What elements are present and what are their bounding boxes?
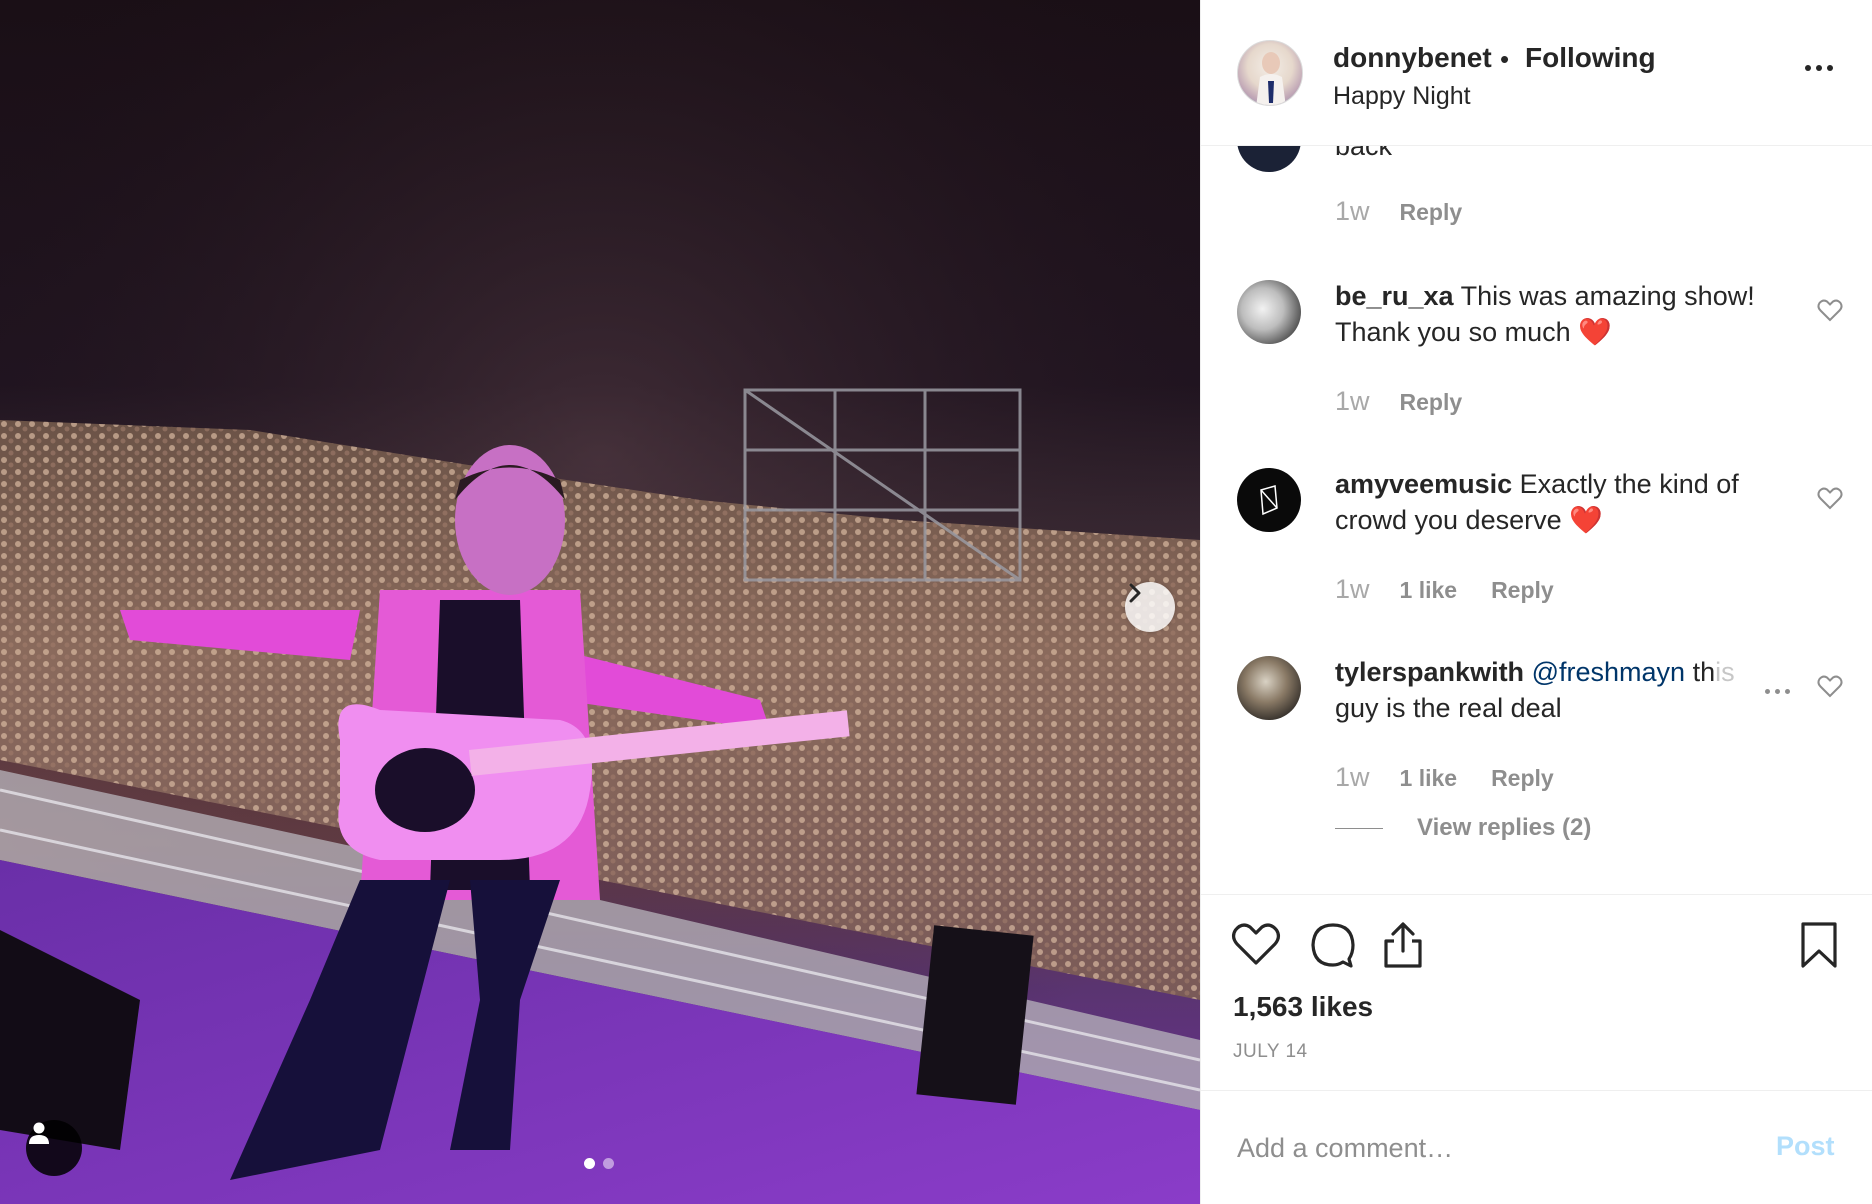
- post-header: donnybenet • Following Happy Night: [1201, 0, 1872, 146]
- comment-meta: 1w Reply: [1335, 386, 1462, 417]
- comment-avatar[interactable]: [1237, 146, 1301, 172]
- comment-username[interactable]: be_ru_xa: [1335, 281, 1454, 311]
- like-comment-heart-icon[interactable]: [1817, 298, 1843, 322]
- comment-text: tylerspankwith @freshmayn this guy is th…: [1335, 654, 1795, 726]
- reply-button[interactable]: Reply: [1400, 199, 1463, 226]
- comments-list[interactable]: back 1w Reply be_ru_xa This was amazing …: [1201, 146, 1872, 894]
- chevron-right-icon: [1129, 583, 1141, 603]
- reply-button[interactable]: Reply: [1491, 577, 1554, 604]
- comment-avatar[interactable]: [1237, 656, 1301, 720]
- comment-avatar[interactable]: [1237, 280, 1301, 344]
- author-username[interactable]: donnybenet: [1333, 42, 1492, 74]
- bookmark-icon[interactable]: [1799, 921, 1839, 969]
- header-separator: •: [1500, 44, 1510, 74]
- comment-input[interactable]: [1237, 1123, 1737, 1173]
- comment-body-faded: is: [1715, 657, 1735, 687]
- following-button[interactable]: Following: [1525, 42, 1656, 74]
- add-comment-form: Post: [1201, 1090, 1872, 1204]
- comment-options-button[interactable]: [1765, 689, 1790, 694]
- user-icon: [29, 1122, 49, 1144]
- more-options-button[interactable]: [1805, 58, 1845, 78]
- post-photo[interactable]: [0, 0, 1200, 1204]
- comment-text: amyveemusic Exactly the kind of crowd yo…: [1335, 466, 1795, 538]
- comment-mention-link[interactable]: @freshmayn: [1532, 657, 1685, 687]
- comment-body-line2: guy is the real deal: [1335, 693, 1562, 723]
- comment-text: back: [1335, 146, 1795, 164]
- like-comment-heart-icon[interactable]: [1817, 674, 1843, 698]
- view-replies-divider: [1335, 827, 1383, 829]
- carousel-next-button[interactable]: [1125, 582, 1175, 632]
- heart-icon[interactable]: [1231, 921, 1281, 967]
- post-details-panel: donnybenet • Following Happy Night back …: [1200, 0, 1872, 1204]
- tagged-users-button[interactable]: [26, 1120, 82, 1176]
- more-dot-icon: [1765, 689, 1770, 694]
- comment-likes[interactable]: 1 like: [1400, 577, 1458, 604]
- comment-meta: 1w Reply: [1335, 196, 1462, 227]
- comment-time[interactable]: 1w: [1335, 574, 1370, 605]
- like-comment-heart-icon[interactable]: [1817, 486, 1843, 510]
- carousel-dot-active: [584, 1158, 595, 1169]
- more-dot-icon: [1785, 689, 1790, 694]
- concert-photo-illustration: [0, 0, 1200, 1204]
- post-date[interactable]: JULY 14: [1233, 1041, 1308, 1063]
- comment-icon[interactable]: [1309, 921, 1357, 969]
- comment-time[interactable]: 1w: [1335, 386, 1370, 417]
- carousel-indicator: [584, 1158, 614, 1169]
- carousel-dot: [603, 1158, 614, 1169]
- heart-emoji: ❤️: [1578, 317, 1612, 347]
- comment-time[interactable]: 1w: [1335, 196, 1370, 227]
- post-comment-button[interactable]: Post: [1776, 1131, 1835, 1162]
- more-dot-icon: [1805, 65, 1811, 71]
- comment-time[interactable]: 1w: [1335, 762, 1370, 793]
- comment-meta: 1w 1 like Reply: [1335, 574, 1554, 605]
- comment-body: back: [1335, 146, 1393, 161]
- comment-meta: 1w 1 like Reply: [1335, 762, 1554, 793]
- reply-button[interactable]: Reply: [1491, 765, 1554, 792]
- logo-icon: [1260, 485, 1278, 516]
- post-actions: 1,563 likes JULY 14: [1201, 894, 1872, 1090]
- avatar-image: [1256, 52, 1286, 105]
- author-avatar[interactable]: [1237, 40, 1303, 106]
- more-dot-icon: [1816, 65, 1822, 71]
- comment-username[interactable]: amyveemusic: [1335, 469, 1512, 499]
- comment-body: th: [1692, 657, 1716, 687]
- heart-emoji: ❤️: [1569, 505, 1603, 535]
- post-location[interactable]: Happy Night: [1333, 82, 1471, 111]
- more-dot-icon: [1775, 689, 1780, 694]
- view-replies-label: View replies (2): [1417, 814, 1592, 841]
- comment-likes[interactable]: 1 like: [1400, 765, 1458, 792]
- reply-button[interactable]: Reply: [1400, 389, 1463, 416]
- comment-avatar[interactable]: [1237, 468, 1301, 532]
- comment-text: be_ru_xa This was amazing show! Thank yo…: [1335, 278, 1795, 350]
- comment-username[interactable]: tylerspankwith: [1335, 657, 1524, 687]
- share-icon[interactable]: [1381, 921, 1425, 969]
- likes-count[interactable]: 1,563 likes: [1233, 991, 1373, 1023]
- more-dot-icon: [1827, 65, 1833, 71]
- view-replies-button[interactable]: View replies (2): [1335, 814, 1591, 842]
